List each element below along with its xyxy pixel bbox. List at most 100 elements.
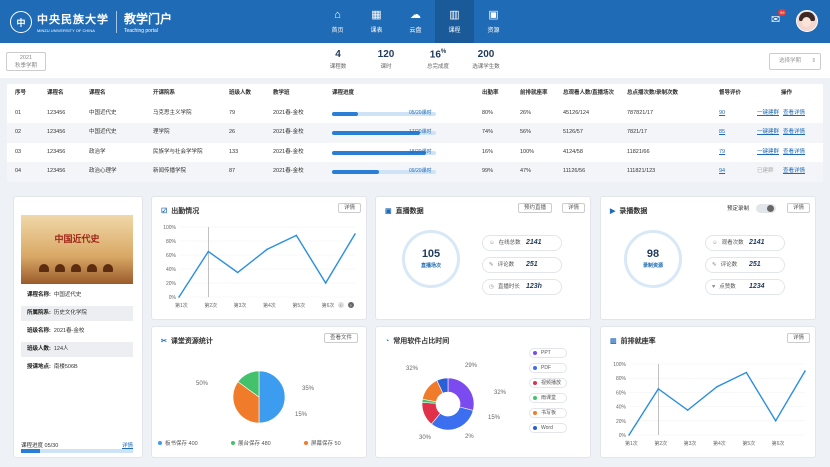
table-cell: 100% (520, 148, 535, 155)
record-detail-button[interactable]: 详情 (787, 203, 811, 213)
table-cell: 02 (15, 129, 22, 135)
create-group-button[interactable]: 一键建群 (757, 123, 779, 143)
front-rate-detail-button[interactable]: 详情 (787, 333, 811, 343)
table-row[interactable]: 04 123456 政治心理学 新闻传播学院 87 2021春-金校 09/20课时 99% 4… (7, 162, 823, 182)
live-panel: ▣ 直播数据 预约直播 详情 105 直播场次 ☺ 在线总数 2141 ✎ 评论数 251 ◷ 直… (375, 196, 591, 320)
live-stat: ◷ 直播时长 123h (482, 279, 562, 295)
avatar[interactable] (796, 10, 818, 32)
portal-en: Teaching portal (124, 28, 158, 34)
eval-link[interactable]: 94 (719, 162, 725, 182)
legend-dot (533, 381, 537, 385)
table-row[interactable]: 01 123456 中国近代史 马克思主义学院 79 2021春-金校 05/20课时 80%… (7, 104, 823, 124)
data-point (804, 370, 806, 372)
attendance-detail-button[interactable]: 详情 (338, 203, 362, 213)
legend-item: 板书保存 400 (158, 439, 198, 447)
column-header: 开课院系 (153, 90, 176, 96)
table-cell: 马克思主义学院 (153, 109, 192, 116)
course-info-value: 124人 (53, 346, 69, 352)
software-donut-chart: 29% 32% 15% 2% 30% 32% (406, 363, 507, 441)
legend-item: PDF (529, 363, 567, 373)
data-point (236, 271, 239, 274)
create-group-button[interactable]: 一键建群 (757, 143, 779, 163)
chart-icon: ▥ (449, 9, 460, 21)
live-stat: ✎ 评论数 251 (482, 257, 562, 273)
table-header: 序号 课程名 课程名 开课院系 班级人数 教学班 课程进度 出勤率 前排就座率 总观看人数/直播场… (7, 84, 823, 104)
record-ring: 98 录制资源 (624, 230, 682, 288)
data-point (324, 282, 327, 284)
view-detail-link[interactable]: 查看详情 (783, 104, 805, 124)
mail-icon[interactable]: ✉ 99 (771, 9, 787, 26)
course-info-value: 历史文化学院 (53, 310, 87, 316)
front-rate-title-text: 前排就座率 (620, 338, 656, 345)
view-files-button[interactable]: 查看文件 (324, 333, 359, 343)
software-title-text: 常用软件占比时间 (393, 338, 450, 345)
x-tick: 第4次 (263, 302, 276, 309)
live-ring-value: 105 (421, 248, 441, 260)
nav-courses[interactable]: ▥ 课程 (435, 0, 474, 43)
slice-label: 35% (302, 386, 315, 392)
legend-label: 展台保存 (238, 441, 262, 447)
nav-home[interactable]: ⌂ 首页 (318, 0, 357, 43)
stats-bar: 2021 秋季学期 4 课程数 120 课时 16% 总完成度 200 选课学生数 ⇕ 选择… (0, 43, 830, 78)
column-header: 总点播次数/录制次数 (627, 90, 679, 96)
stat-label: 直播时长 (497, 284, 520, 290)
term-button[interactable]: 2021 秋季学期 (6, 52, 46, 71)
table-cell: 5126/57 (563, 129, 583, 135)
table-row[interactable]: 03 123456 政治学 民族学与社会学学院 133 2021春-金校 18/20课时 16… (7, 143, 823, 163)
stat-value: 120 (377, 49, 395, 60)
column-header: 督导评价 (719, 90, 742, 96)
column-header: 出勤率 (482, 90, 499, 96)
select-placeholder: 选择学期 (779, 58, 802, 64)
nav-schedule[interactable]: ▦ 课表 (357, 0, 396, 43)
table-cell: 新闻传播学院 (153, 168, 187, 174)
legend-dot (231, 441, 235, 445)
record-toggle[interactable] (756, 204, 776, 213)
term-select[interactable]: ⇕ 选择学期 (769, 53, 821, 70)
nav-resources[interactable]: ▣ 资源 (474, 0, 513, 43)
nav-cloud[interactable]: ☁ 云盘 (396, 0, 435, 43)
eval-link[interactable]: 85 (719, 123, 725, 143)
bar-chart-icon: ▥ (610, 338, 617, 345)
legend-label: 书写板 (541, 410, 557, 416)
stat-label: 总完成度 (426, 64, 449, 71)
legend-item: PPT (529, 348, 567, 358)
eval-link[interactable]: 90 (719, 104, 725, 124)
book-live-button[interactable]: 预约直播 (518, 203, 553, 213)
comment-icon: ✎ (489, 262, 494, 268)
resources-panel: ✂ 课堂资源统计 查看文件 50% 35% 15% 板书保存 400 展台保存 480 屏… (151, 326, 367, 458)
software-title: ◔ 常用软件占比时间 (385, 336, 449, 346)
stat-value: 251 (749, 261, 761, 268)
live-detail-button[interactable]: 详情 (562, 203, 586, 213)
logo[interactable]: 中 中央民族大学 MINZU UNIVERSITY OF CHINA 教学门户 Te… (10, 10, 172, 34)
view-detail-link[interactable]: 查看详情 (783, 123, 805, 143)
legend-dot (304, 441, 308, 445)
legend-label: 视频播放 (541, 380, 562, 386)
data-point (354, 233, 356, 235)
live-stat: ☺ 在线总数 2141 (482, 235, 562, 251)
x-tick: 第5次 (742, 440, 755, 447)
legend-dot (158, 441, 162, 445)
view-detail-link[interactable]: 查看详情 (783, 162, 805, 182)
create-group-button[interactable]: 一键建群 (757, 104, 779, 124)
table-cell: 中国近代史 (89, 129, 117, 135)
stat-students: 200 选课学生数 (466, 49, 506, 70)
attendance-panel: ☑ 出勤情况 详情 100% 80% 60% 40% 20% 0% 第1次 第2次 第3次 第4次 第… (151, 196, 367, 320)
course-detail-link[interactable]: 详情 (122, 441, 133, 449)
slice-label: 50% (196, 381, 209, 387)
legend-dot (533, 366, 537, 370)
slice-label: 32% (494, 390, 507, 396)
stat-label: 观看次数 (721, 240, 744, 246)
eval-link[interactable]: 79 (719, 143, 725, 163)
stat-label: 点赞数 (719, 284, 736, 290)
x-tick: 第5次 (292, 302, 305, 309)
column-header: 前排就座率 (520, 90, 548, 96)
record-icon: ▶ (610, 208, 616, 215)
course-info-key: 授课地点: (27, 364, 51, 370)
legend-item: 书写板 (529, 408, 567, 418)
table-cell: 787821/17 (627, 109, 653, 116)
view-detail-link[interactable]: 查看详情 (783, 143, 805, 163)
table-row[interactable]: 02 123456 中国近代史 理学院 26 2021春-金校 17/20课时 74% 56% 5… (7, 123, 823, 143)
column-header: 操作 (781, 90, 793, 96)
y-tick: 20% (616, 419, 627, 425)
course-cover[interactable]: 中国近代史 (21, 215, 133, 284)
